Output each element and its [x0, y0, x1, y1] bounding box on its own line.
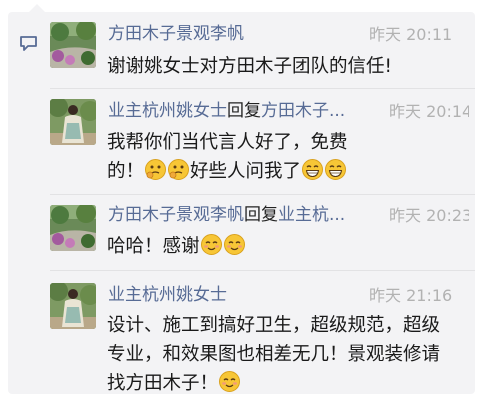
comment-text: 哈哈！感谢 — [107, 232, 467, 261]
divider — [50, 88, 475, 89]
person-avatar — [50, 99, 96, 145]
comment-text: 设计、施工到搞好卫生，超级规范，超级 专业，和效果图也相差无几！景观装修请 找方… — [107, 311, 472, 398]
comment-text-fragment: 好些人问我了 — [190, 161, 302, 182]
reply-target-name[interactable]: 业主杭... — [278, 205, 345, 225]
commenter-name-text[interactable]: 方田木子景观李帆 — [108, 205, 244, 225]
divider — [50, 194, 475, 195]
thinking-emoji-icon — [145, 159, 167, 180]
commenter-name[interactable]: 方田木子景观李帆 — [108, 23, 358, 45]
avatar[interactable] — [50, 283, 96, 329]
garden-avatar — [50, 205, 96, 251]
garden-avatar — [50, 22, 96, 68]
comment-text-fragment: 的！ — [107, 161, 145, 182]
comment-text-line: 谢谢姚女士对方田木子团队的信任! — [107, 56, 392, 77]
comment-text-line: 找方田木子！ — [107, 369, 472, 398]
reply-label: 回复 — [227, 101, 261, 121]
avatar[interactable] — [50, 22, 96, 68]
thinking-emoji-icon — [168, 159, 190, 180]
comment-time: 昨天 20:23 — [389, 206, 469, 225]
commenter-name[interactable]: 方田木子景观李帆回复业主杭... — [108, 204, 378, 226]
comment-text: 谢谢姚女士对方田木子团队的信任! — [107, 52, 467, 81]
comment-text-line: 设计、施工到搞好卫生，超级规范，超级 — [107, 315, 441, 336]
comment-text-line: 哈哈！感谢 — [107, 236, 200, 257]
reply-target-name[interactable]: 方田木子... — [261, 101, 345, 121]
comment-time: 昨天 20:11 — [369, 25, 453, 44]
commenter-name[interactable]: 业主杭州姚女士回复方田木子... — [108, 100, 378, 122]
avatar[interactable] — [50, 99, 96, 145]
grin-emoji-icon — [325, 159, 347, 180]
commenter-name-text[interactable]: 方田木子景观李帆 — [108, 24, 244, 44]
grin-emoji-icon — [302, 159, 324, 180]
comment-text-fragment: 找方田木子！ — [107, 373, 219, 394]
reply-label: 回复 — [244, 205, 278, 225]
commenter-name-text[interactable]: 业主杭州姚女士 — [108, 285, 227, 305]
person-avatar — [50, 283, 96, 329]
avatar[interactable] — [50, 205, 96, 251]
smile-emoji-icon — [219, 371, 241, 392]
commenter-name[interactable]: 业主杭州姚女士 — [108, 284, 358, 306]
smile-emoji-icon — [223, 234, 245, 255]
smile-emoji-icon — [200, 234, 222, 255]
comment-text-line: 我帮你们当代言人好了，免费 — [107, 132, 348, 153]
comment-text-line: 专业，和效果图也相差无几！景观装修请 — [107, 344, 441, 365]
comment-text-line: 的！ 好些人问我了 — [107, 157, 467, 186]
comment-time: 昨天 20:14 — [389, 102, 469, 121]
commenter-name-text[interactable]: 业主杭州姚女士 — [108, 101, 227, 121]
divider — [50, 270, 475, 271]
comment-time: 昨天 21:16 — [369, 286, 453, 305]
comment-text: 我帮你们当代言人好了，免费 的！ 好些人问我了 — [107, 128, 467, 186]
comment-bubble-icon — [20, 36, 37, 51]
